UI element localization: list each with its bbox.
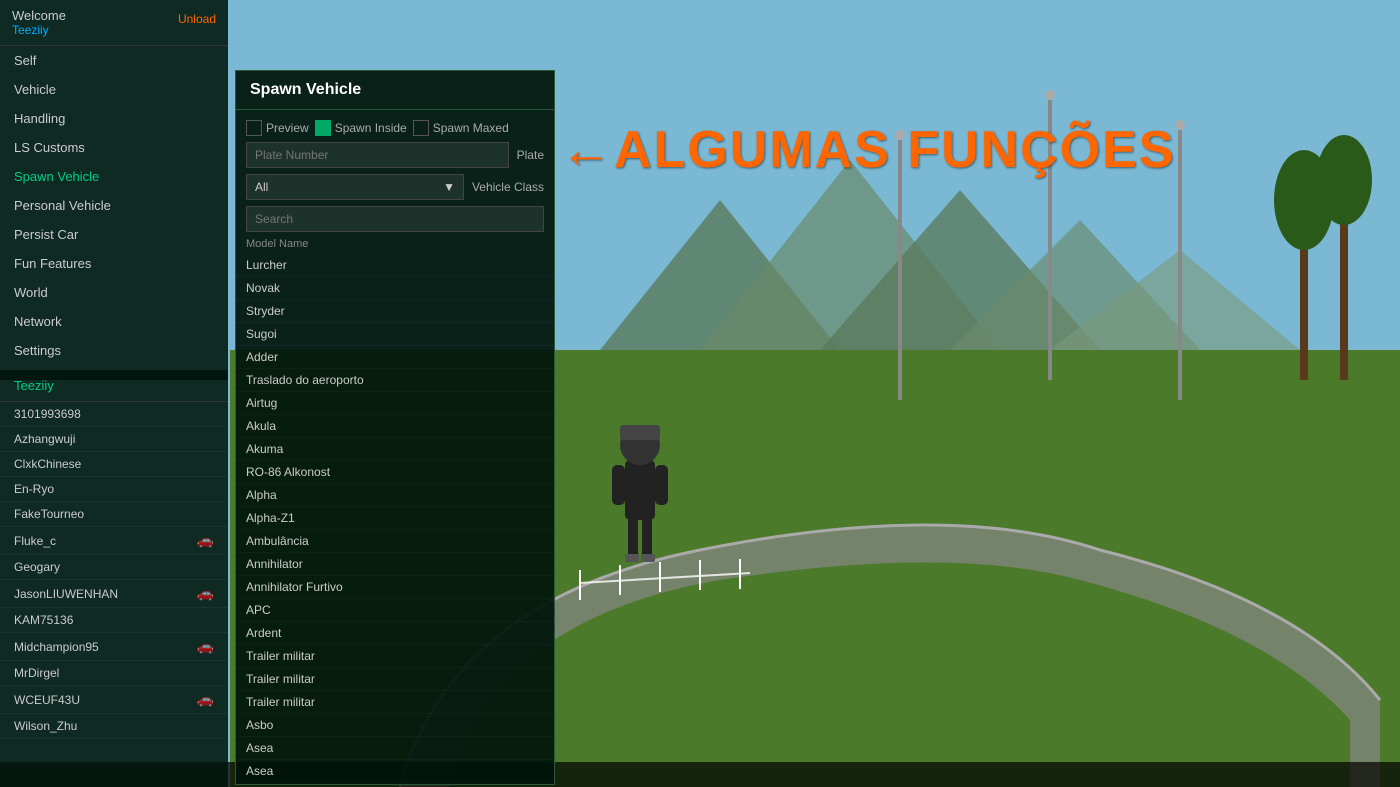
preview-toggle[interactable]: Preview: [246, 120, 309, 136]
unload-button[interactable]: Unload: [178, 12, 216, 26]
player-item[interactable]: Midchampion95 🚗: [0, 633, 228, 661]
player-item[interactable]: FakeTourneo: [0, 502, 228, 527]
player-item[interactable]: MrDirgel: [0, 661, 228, 686]
class-label: Vehicle Class: [472, 180, 544, 194]
spawn-inside-label: Spawn Inside: [335, 121, 407, 135]
player-name: JasonLIUWENHAN: [14, 587, 118, 601]
spawn-panel: Spawn Vehicle Preview Spawn Inside Spawn…: [235, 70, 555, 785]
spawn-panel-title: Spawn Vehicle: [236, 71, 554, 110]
vehicle-item[interactable]: Asea: [236, 760, 554, 783]
class-value: All: [255, 180, 268, 194]
player-item[interactable]: Wilson_Zhu: [0, 714, 228, 739]
vehicle-item[interactable]: Novak: [236, 277, 554, 300]
player-item[interactable]: Azhangwuji: [0, 427, 228, 452]
plate-row: Plate: [236, 142, 554, 174]
vehicle-item[interactable]: Asbo: [236, 714, 554, 737]
spawn-maxed-label: Spawn Maxed: [433, 121, 509, 135]
vehicle-item[interactable]: RO-86 Alkonost: [236, 461, 554, 484]
nav-item-ls-customs[interactable]: LS Customs: [0, 133, 228, 162]
player-name: FakeTourneo: [14, 507, 84, 521]
preview-label: Preview: [266, 121, 309, 135]
nav-item-vehicle[interactable]: Vehicle: [0, 75, 228, 104]
nav-item-world[interactable]: World: [0, 278, 228, 307]
search-input[interactable]: [246, 206, 544, 232]
vehicle-item[interactable]: Annihilator: [236, 553, 554, 576]
car-icon: 🚗: [197, 532, 214, 549]
player-item[interactable]: JasonLIUWENHAN 🚗: [0, 580, 228, 608]
vehicle-item[interactable]: Annihilator Furtivo: [236, 576, 554, 599]
spawn-maxed-checkbox[interactable]: [413, 120, 429, 136]
vehicle-item[interactable]: Lurcher: [236, 254, 554, 277]
players-header: Teeziiy: [0, 370, 228, 402]
vehicle-item[interactable]: Trailer militar: [236, 668, 554, 691]
nav-item-fun-features[interactable]: Fun Features: [0, 249, 228, 278]
player-name: Azhangwuji: [14, 432, 75, 446]
player-item[interactable]: WCEUF43U 🚗: [0, 686, 228, 714]
player-name: 3101993698: [14, 407, 81, 421]
player-name: En-Ryo: [14, 482, 54, 496]
vehicle-item[interactable]: Ambulância: [236, 530, 554, 553]
vehicle-item[interactable]: Alpha: [236, 484, 554, 507]
car-icon: 🚗: [197, 691, 214, 708]
car-icon: 🚗: [197, 585, 214, 602]
spawn-maxed-toggle[interactable]: Spawn Maxed: [413, 120, 509, 136]
players-sidebar: Teeziiy 3101993698 Azhangwuji ClxkChinese E…: [0, 370, 228, 787]
vehicle-item[interactable]: Akula: [236, 415, 554, 438]
overlay-text: ←ALGUMAS FUNÇÕES: [560, 120, 1176, 180]
player-item[interactable]: Fluke_c 🚗: [0, 527, 228, 555]
vehicle-item[interactable]: Alpha-Z1: [236, 507, 554, 530]
search-row: [236, 206, 554, 238]
dropdown-arrow-icon: ▼: [443, 180, 455, 194]
vehicle-item[interactable]: APC: [236, 599, 554, 622]
vehicle-item[interactable]: Sugoi: [236, 323, 554, 346]
nav-item-handling[interactable]: Handling: [0, 104, 228, 133]
vehicle-item[interactable]: Trailer militar: [236, 691, 554, 714]
spawn-controls: Preview Spawn Inside Spawn Maxed: [236, 110, 554, 142]
player-name: Geogary: [14, 560, 60, 574]
nav-item-network[interactable]: Network: [0, 307, 228, 336]
vehicle-list-header: Model Name: [236, 238, 554, 254]
nav-items: SelfVehicleHandlingLS CustomsSpawn Vehic…: [0, 46, 228, 365]
vehicle-item[interactable]: Ardent: [236, 622, 554, 645]
spawn-inside-checkbox[interactable]: [315, 120, 331, 136]
class-select[interactable]: All ▼: [246, 174, 464, 200]
plate-label: Plate: [517, 148, 544, 162]
vehicle-item[interactable]: Traslado do aeroporto: [236, 369, 554, 392]
preview-checkbox[interactable]: [246, 120, 262, 136]
nav-item-self[interactable]: Self: [0, 46, 228, 75]
player-name: KAM75136: [14, 613, 73, 627]
player-name: Fluke_c: [14, 534, 56, 548]
vehicle-item[interactable]: Akuma: [236, 438, 554, 461]
player-item[interactable]: KAM75136: [0, 608, 228, 633]
vehicle-list[interactable]: LurcherNovakStryderSugoiAdderTraslado do…: [236, 254, 554, 784]
player-name: WCEUF43U: [14, 693, 80, 707]
plate-input[interactable]: [246, 142, 509, 168]
vehicle-item[interactable]: Stryder: [236, 300, 554, 323]
vehicle-item[interactable]: Trailer militar: [236, 645, 554, 668]
sidebar-main: Welcome Teeziiy Unload SelfVehicleHandli…: [0, 0, 228, 380]
player-item[interactable]: Geogary: [0, 555, 228, 580]
nav-item-settings[interactable]: Settings: [0, 336, 228, 365]
nav-item-spawn-vehicle[interactable]: Spawn Vehicle: [0, 162, 228, 191]
players-list: 3101993698 Azhangwuji ClxkChinese En-Ryo Fak…: [0, 402, 228, 739]
player-name: Wilson_Zhu: [14, 719, 77, 733]
sidebar-header: Welcome Teeziiy Unload: [0, 0, 228, 46]
player-item[interactable]: 3101993698: [0, 402, 228, 427]
class-row: All ▼ Vehicle Class: [236, 174, 554, 206]
vehicle-item[interactable]: Airtug: [236, 392, 554, 415]
vehicle-item[interactable]: Adder: [236, 346, 554, 369]
player-name: Midchampion95: [14, 640, 99, 654]
model-name-label: Model Name: [246, 238, 308, 250]
vehicle-item[interactable]: Asterope: [236, 783, 554, 784]
spawn-inside-toggle[interactable]: Spawn Inside: [315, 120, 407, 136]
car-icon: 🚗: [197, 638, 214, 655]
player-item[interactable]: ClxkChinese: [0, 452, 228, 477]
player-name: MrDirgel: [14, 666, 59, 680]
player-name: ClxkChinese: [14, 457, 81, 471]
nav-item-persist-car[interactable]: Persist Car: [0, 220, 228, 249]
nav-item-personal-vehicle[interactable]: Personal Vehicle: [0, 191, 228, 220]
vehicle-item[interactable]: Asea: [236, 737, 554, 760]
player-item[interactable]: En-Ryo: [0, 477, 228, 502]
